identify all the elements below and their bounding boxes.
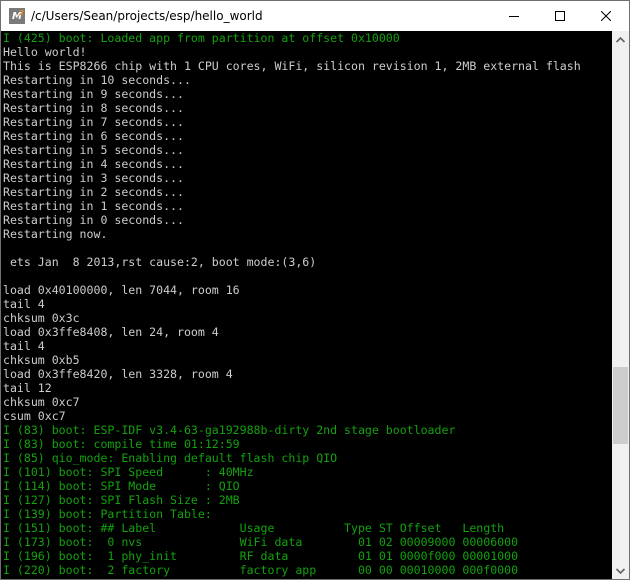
console-line: tail 4 xyxy=(3,339,45,353)
console-line: This is ESP8266 chip with 1 CPU cores, W… xyxy=(3,59,581,73)
console-line: Hello world! xyxy=(3,45,87,59)
console-line: Restarting in 5 seconds... xyxy=(3,143,184,157)
window-title: /c/Users/Sean/projects/esp/hello_world xyxy=(31,9,263,23)
console-line: I (139) boot: Partition Table: xyxy=(3,507,212,521)
minimize-icon xyxy=(509,16,519,17)
scroll-up-button[interactable] xyxy=(612,31,629,48)
console-line: Restarting in 10 seconds... xyxy=(3,73,191,87)
maximize-button[interactable] xyxy=(537,1,583,31)
console-lines: I (425) boot: Loaded app from partition … xyxy=(1,31,612,577)
chevron-down-icon xyxy=(616,567,625,574)
chevron-up-icon xyxy=(616,36,625,43)
console-line: I (85) qio_mode: Enabling default flash … xyxy=(3,451,338,465)
console-line: Restarting in 7 seconds... xyxy=(3,115,184,129)
console-line: I (83) boot: compile time 01:12:59 xyxy=(3,437,240,451)
console-line: tail 4 xyxy=(3,297,45,311)
scroll-down-button[interactable] xyxy=(612,562,629,579)
console-line: tail 12 xyxy=(3,381,52,395)
minimize-button[interactable] xyxy=(491,1,537,31)
console-line: Restarting in 0 seconds... xyxy=(3,213,184,227)
scrollbar-thumb[interactable] xyxy=(613,367,628,444)
console-line: I (83) boot: ESP-IDF v3.4-63-ga192988b-d… xyxy=(3,423,456,437)
console-line: load 0x3ffe8420, len 3328, room 4 xyxy=(3,367,233,381)
console-line: csum 0xc7 xyxy=(3,409,66,423)
console-line: Restarting in 8 seconds... xyxy=(3,101,184,115)
console-line: I (196) boot: 1 phy_init RF data 01 01 0… xyxy=(3,549,519,563)
terminal-window: M2 /c/Users/Sean/projects/esp/hello_worl… xyxy=(0,0,630,580)
console-line: Restarting in 1 seconds... xyxy=(3,199,184,213)
console-line: load 0x40100000, len 7044, room 16 xyxy=(3,283,240,297)
console-line: chksum 0x3c xyxy=(3,311,80,325)
console-line: chksum 0xc7 xyxy=(3,395,80,409)
console-line: I (220) boot: 2 factory factory app 00 0… xyxy=(3,563,519,577)
console-line: Restarting in 4 seconds... xyxy=(3,157,184,171)
maximize-icon xyxy=(555,11,565,21)
console-line: Restarting in 2 seconds... xyxy=(3,185,184,199)
console-line: I (173) boot: 0 nvs WiFi data 01 02 0000… xyxy=(3,535,519,549)
title-bar[interactable]: M2 /c/Users/Sean/projects/esp/hello_worl… xyxy=(1,1,629,31)
vertical-scrollbar[interactable] xyxy=(612,31,629,579)
close-button[interactable] xyxy=(583,1,629,31)
console-line: Restarting in 6 seconds... xyxy=(3,129,184,143)
console-line: I (425) boot: Loaded app from partition … xyxy=(3,31,400,45)
console-line: I (114) boot: SPI Mode : QIO xyxy=(3,479,240,493)
msys2-icon: M2 xyxy=(9,8,25,24)
console-output[interactable]: I (425) boot: Loaded app from partition … xyxy=(1,31,612,579)
console-line: Restarting in 3 seconds... xyxy=(3,171,184,185)
console-line: chksum 0xb5 xyxy=(3,353,80,367)
console-line: Restarting now. xyxy=(3,227,108,241)
close-icon xyxy=(601,11,611,21)
console-line: Restarting in 9 seconds... xyxy=(3,87,184,101)
console-line: I (127) boot: SPI Flash Size : 2MB xyxy=(3,493,240,507)
window-controls xyxy=(491,1,629,31)
console-line: I (151) boot: ## Label Usage Type ST Off… xyxy=(3,521,505,535)
console-line: load 0x3ffe8408, len 24, room 4 xyxy=(3,325,219,339)
console-line: I (101) boot: SPI Speed : 40MHz xyxy=(3,465,254,479)
console-line: ets Jan 8 2013,rst cause:2, boot mode:(3… xyxy=(3,255,317,269)
